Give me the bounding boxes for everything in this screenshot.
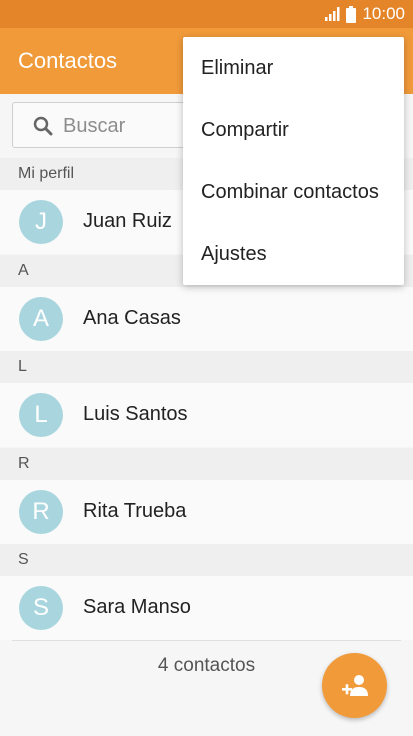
contact-row-luis-santos[interactable]: L Luis Santos — [0, 383, 413, 447]
menu-item-eliminar[interactable]: Eliminar — [183, 37, 404, 99]
section-header-s: S — [0, 544, 413, 576]
avatar: L — [19, 393, 63, 437]
avatar: S — [19, 586, 63, 630]
avatar: A — [19, 297, 63, 341]
menu-item-compartir[interactable]: Compartir — [183, 99, 404, 161]
search-input[interactable]: Buscar — [12, 102, 192, 148]
battery-icon — [346, 5, 357, 23]
add-contact-icon — [342, 675, 368, 696]
contact-name: Luis Santos — [83, 403, 188, 425]
avatar: R — [19, 490, 63, 534]
overflow-menu: Eliminar Compartir Combinar contactos Aj… — [183, 37, 404, 285]
status-time: 10:00 — [362, 4, 405, 23]
footer-divider — [12, 640, 401, 641]
contact-name: Ana Casas — [83, 307, 181, 329]
contact-row-ana-casas[interactable]: A Ana Casas — [0, 287, 413, 351]
search-icon — [33, 116, 53, 136]
search-placeholder: Buscar — [63, 115, 126, 137]
page-title: Contactos — [18, 48, 118, 73]
contact-name: Sara Manso — [83, 596, 191, 618]
status-bar: 10:00 — [0, 0, 413, 28]
menu-item-combinar-contactos[interactable]: Combinar contactos — [183, 161, 404, 223]
signal-icon — [325, 7, 340, 21]
section-header-r: R — [0, 448, 413, 480]
contact-name: Rita Trueba — [83, 500, 187, 522]
contact-row-rita-trueba[interactable]: R Rita Trueba — [0, 480, 413, 544]
menu-item-ajustes[interactable]: Ajustes — [183, 223, 404, 285]
contact-name: Juan Ruiz — [83, 210, 172, 232]
add-contact-button[interactable] — [322, 653, 387, 718]
section-header-l: L — [0, 351, 413, 383]
contact-row-sara-manso[interactable]: S Sara Manso — [0, 576, 413, 640]
avatar: J — [19, 200, 63, 244]
